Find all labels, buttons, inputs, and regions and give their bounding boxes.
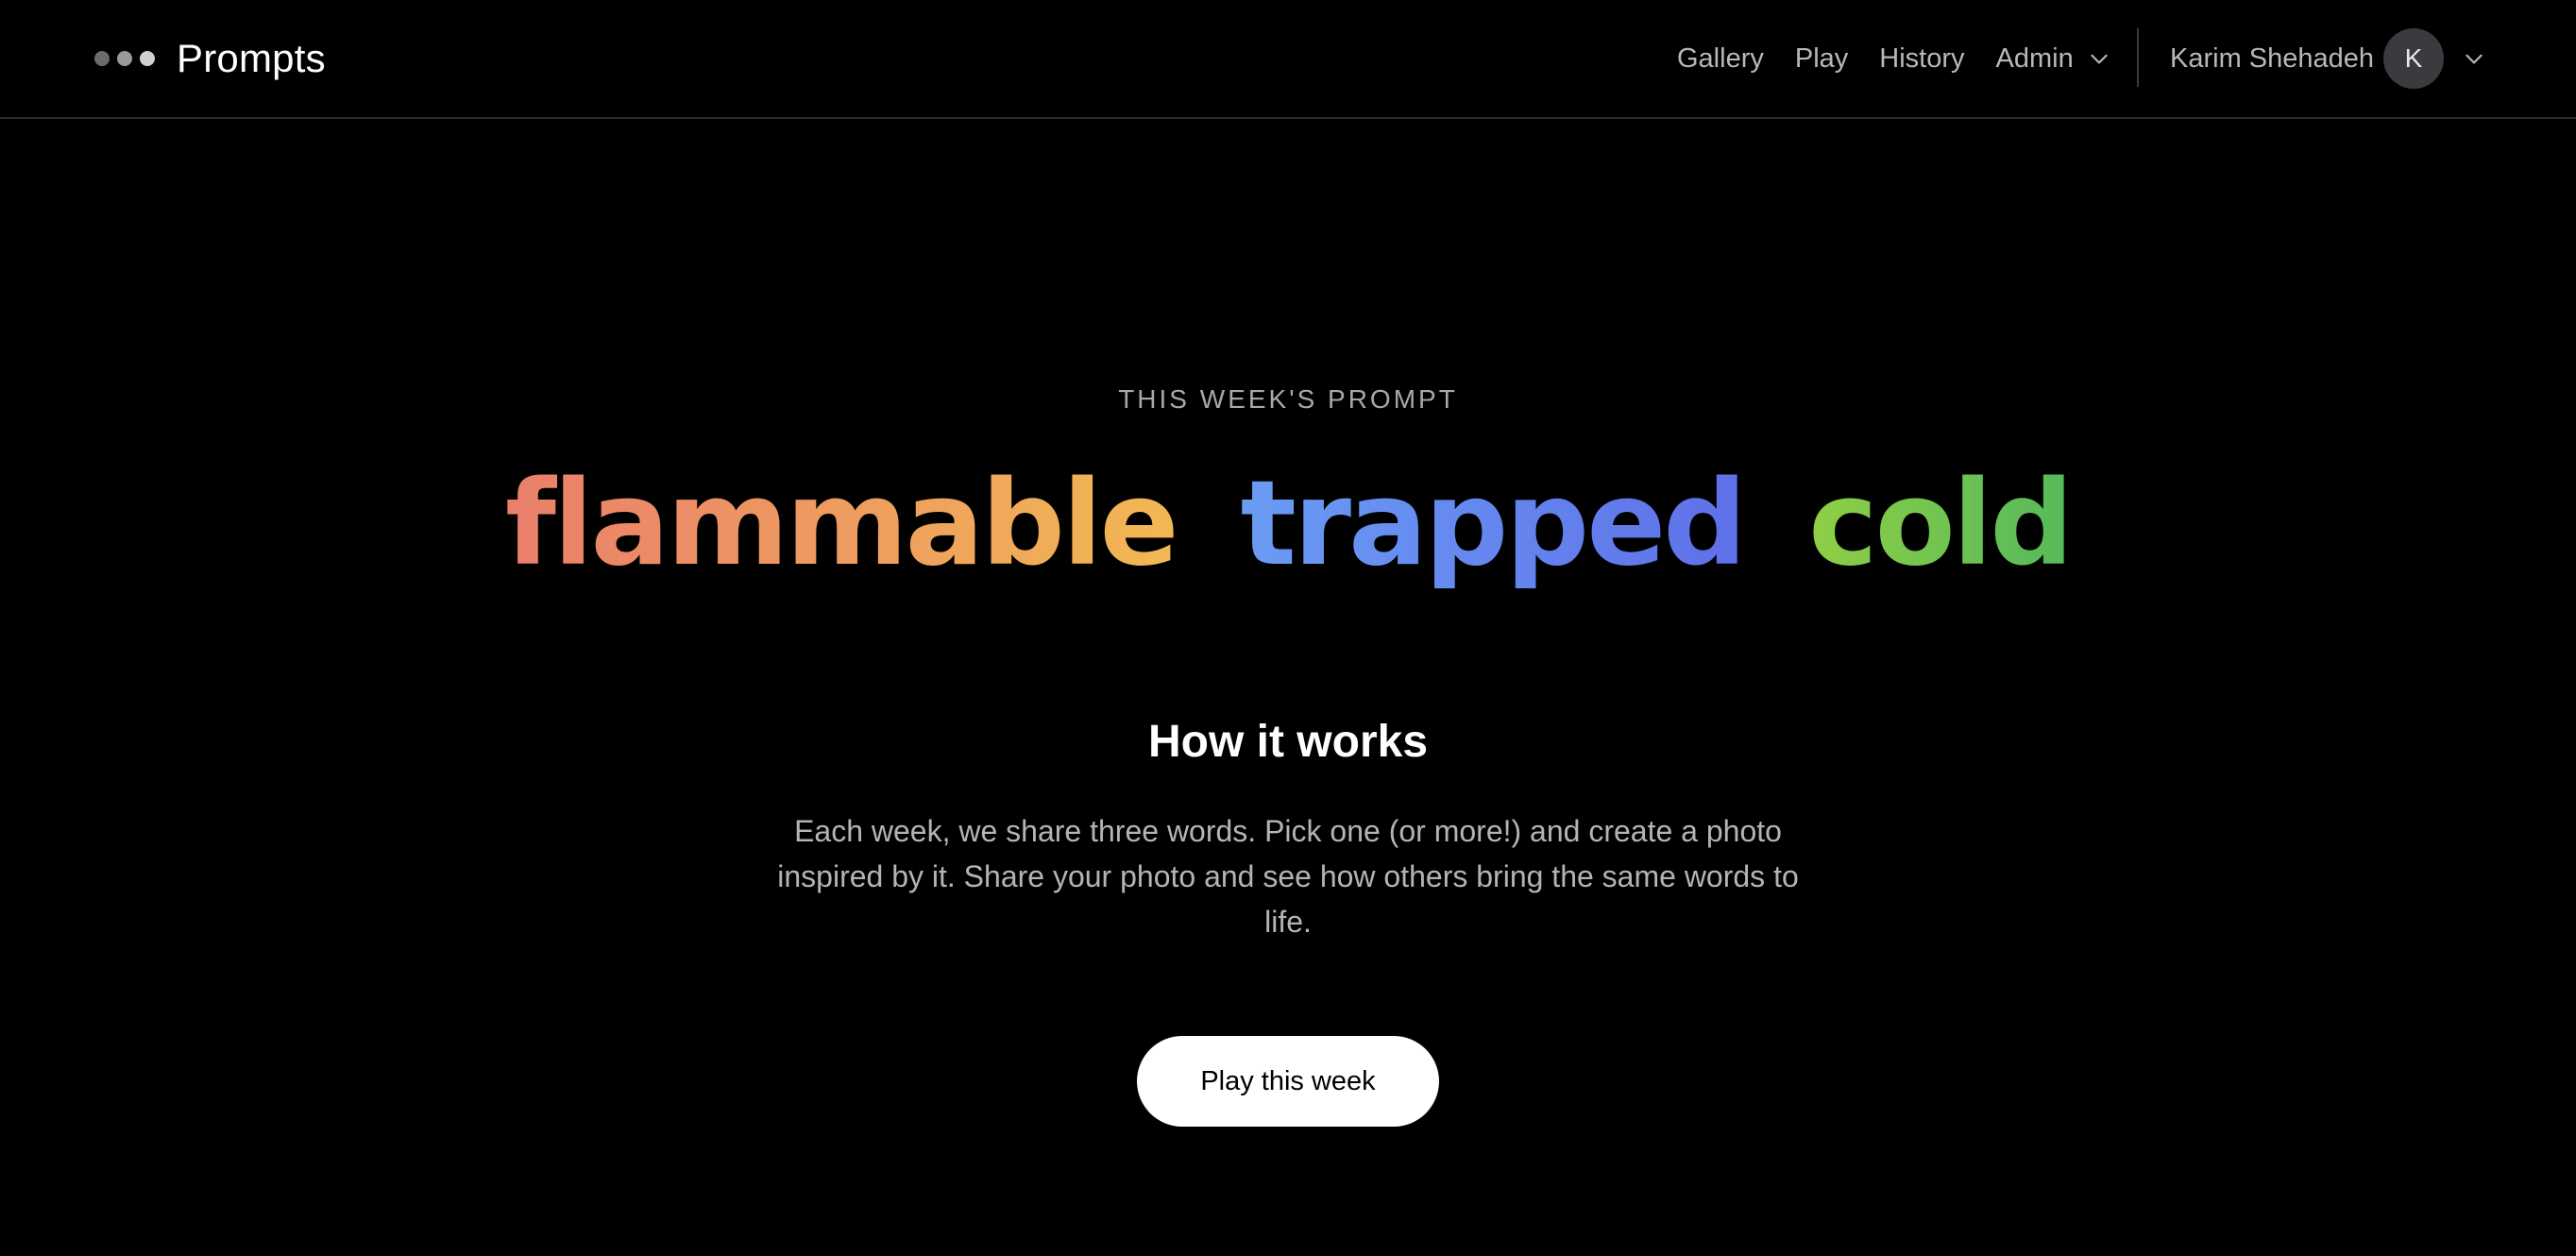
prompt-word-3: cold xyxy=(1808,453,2074,595)
logo-dot xyxy=(117,51,132,66)
nav-admin-dropdown[interactable]: Admin xyxy=(1996,43,2111,75)
chevron-down-icon xyxy=(2091,54,2108,64)
three-dots-logo-icon xyxy=(94,51,155,66)
nav-divider xyxy=(2137,28,2139,87)
brand-home-link[interactable]: Prompts xyxy=(94,0,326,117)
user-menu-chevron-down-icon[interactable] xyxy=(2462,46,2486,71)
logo-dot xyxy=(140,51,155,66)
logo-dot xyxy=(94,51,110,66)
top-navigation-bar: Prompts Gallery Play History Admin Karim… xyxy=(0,0,2576,119)
user-avatar[interactable]: K xyxy=(2383,28,2444,89)
play-this-week-button[interactable]: Play this week xyxy=(1137,1036,1439,1127)
prompt-word-2: trapped xyxy=(1241,453,1747,595)
prompt-kicker: THIS WEEK'S PROMPT xyxy=(1118,384,1458,414)
nav-admin-label: Admin xyxy=(1995,42,2074,74)
user-name[interactable]: Karim Shehadeh xyxy=(2170,0,2374,117)
app-title: Prompts xyxy=(177,36,326,80)
nav-history-link[interactable]: History xyxy=(1879,43,1964,75)
main-nav: Gallery Play History Admin xyxy=(1677,0,2111,117)
how-it-works-description: Each week, we share three words. Pick on… xyxy=(777,814,1799,939)
avatar-initial: K xyxy=(2404,43,2423,73)
prompt-words: flammable trapped cold xyxy=(0,453,2576,595)
how-it-works-heading: How it works xyxy=(1147,717,1429,767)
prompt-word-1: flammable xyxy=(505,453,1179,595)
nav-play-link[interactable]: Play xyxy=(1795,43,1848,75)
nav-gallery-link[interactable]: Gallery xyxy=(1677,43,1764,75)
